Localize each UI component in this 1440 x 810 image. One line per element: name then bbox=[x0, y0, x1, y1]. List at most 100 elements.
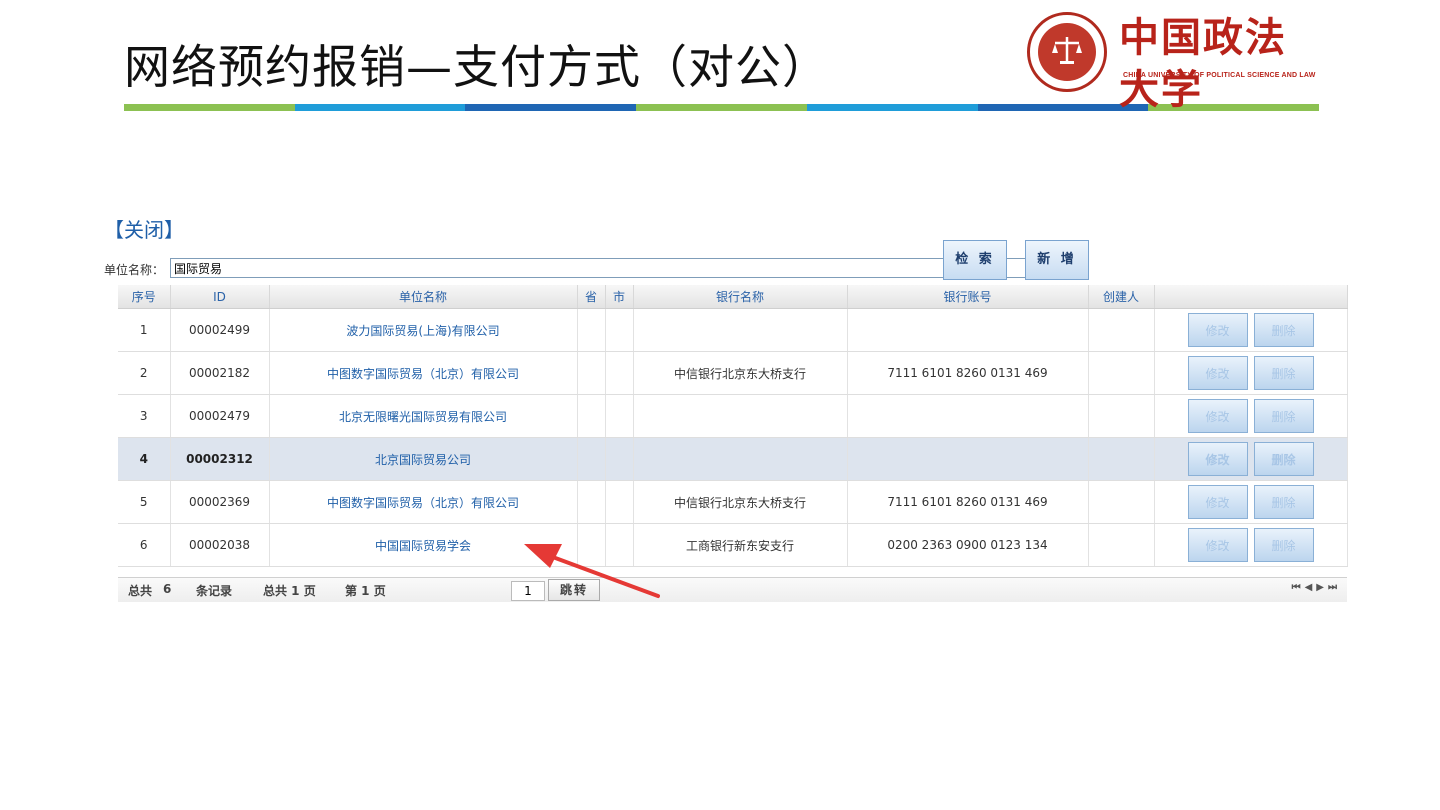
cell-bank-name: 中信银行北京东大桥支行 bbox=[633, 480, 848, 524]
cell-bank-account: 7111 6101 8260 0131 469 bbox=[847, 480, 1089, 524]
edit-button[interactable]: 修改 bbox=[1187, 485, 1248, 519]
university-name-en: CHINA UNIVERSITY OF POLITICAL SCIENCE AN… bbox=[1123, 72, 1316, 79]
cell-city bbox=[605, 480, 634, 524]
table-row[interactable]: 3 00002479 北京无限曙光国际贸易有限公司 修改 删除 bbox=[118, 394, 1348, 438]
table-row[interactable]: 6 00002038 中国国际贸易学会 工商银行新东安支行 0200 2363 … bbox=[118, 523, 1348, 567]
cell-actions: 修改 删除 bbox=[1154, 308, 1348, 352]
col-header-province[interactable]: 省 bbox=[577, 285, 606, 309]
edit-button[interactable]: 修改 bbox=[1187, 442, 1248, 476]
table-row[interactable]: 5 00002369 中图数字国际贸易（北京）有限公司 中信银行北京东大桥支行 … bbox=[118, 480, 1348, 524]
delete-button[interactable]: 删除 bbox=[1253, 442, 1314, 476]
first-page-icon[interactable]: ⏮ bbox=[1292, 582, 1305, 593]
edit-button[interactable]: 修改 bbox=[1187, 356, 1248, 390]
company-name-search-input[interactable] bbox=[170, 258, 1042, 278]
pagination-bar: 总共 6 条记录 总共 1 页 第 1 页 跳转 ⏮◀▶⏭ bbox=[118, 577, 1347, 602]
cell-bank-name: 中信银行北京东大桥支行 bbox=[633, 351, 848, 395]
cell-bank-name bbox=[633, 308, 848, 352]
cell-bank-account bbox=[847, 308, 1089, 352]
cell-company-name: 波力国际贸易(上海)有限公司 bbox=[269, 308, 578, 352]
cell-actions: 修改 删除 bbox=[1154, 523, 1348, 567]
justice-scale-icon bbox=[1052, 37, 1082, 64]
next-page-icon[interactable]: ▶ bbox=[1316, 582, 1328, 593]
pager-records-suffix: 条记录 bbox=[196, 584, 233, 598]
cell-id: 00002312 bbox=[170, 437, 270, 481]
cell-actions: 修改 删除 bbox=[1154, 437, 1348, 481]
cell-no: 1 bbox=[118, 308, 171, 352]
color-bar-segment bbox=[465, 104, 637, 111]
cell-id: 00002182 bbox=[170, 351, 270, 395]
cell-id: 00002479 bbox=[170, 394, 270, 438]
cell-province bbox=[577, 308, 606, 352]
color-bar-segment bbox=[806, 104, 978, 111]
cell-company-name: 北京国际贸易公司 bbox=[269, 437, 578, 481]
col-header-company-name[interactable]: 单位名称 bbox=[269, 285, 578, 309]
cell-city bbox=[605, 308, 634, 352]
cell-company-name: 北京无限曙光国际贸易有限公司 bbox=[269, 394, 578, 438]
col-header-actions bbox=[1154, 285, 1348, 309]
delete-button[interactable]: 删除 bbox=[1253, 399, 1314, 433]
cell-no: 6 bbox=[118, 523, 171, 567]
pager-total-pages: 总共 1 页 bbox=[263, 584, 316, 598]
cell-province bbox=[577, 437, 606, 481]
cell-bank-name bbox=[633, 394, 848, 438]
last-page-icon[interactable]: ⏭ bbox=[1328, 582, 1341, 593]
color-bar-segment bbox=[124, 104, 295, 111]
delete-button[interactable]: 删除 bbox=[1253, 528, 1314, 562]
cell-city bbox=[605, 351, 634, 395]
cell-bank-account: 0200 2363 0900 0123 134 bbox=[847, 523, 1089, 567]
color-bar-segment bbox=[294, 104, 466, 111]
search-label: 单位名称： bbox=[104, 263, 165, 277]
company-table: 序号 ID 单位名称 省 市 银行名称 银行账号 创建人 1 00002499 … bbox=[118, 285, 1348, 567]
cell-creator bbox=[1088, 523, 1155, 567]
cell-creator bbox=[1088, 394, 1155, 438]
pager-total-records: 6 bbox=[163, 582, 172, 596]
cell-creator bbox=[1088, 437, 1155, 481]
cell-province bbox=[577, 394, 606, 438]
cell-id: 00002499 bbox=[170, 308, 270, 352]
search-button[interactable]: 检 索 bbox=[943, 240, 1007, 280]
cell-bank-name bbox=[633, 437, 848, 481]
cell-no: 4 bbox=[118, 437, 171, 481]
prev-page-icon[interactable]: ◀ bbox=[1305, 582, 1317, 593]
cell-bank-account bbox=[847, 437, 1089, 481]
edit-button[interactable]: 修改 bbox=[1187, 399, 1248, 433]
cell-id: 00002038 bbox=[170, 523, 270, 567]
cell-no: 5 bbox=[118, 480, 171, 524]
university-seal-icon bbox=[1027, 12, 1107, 92]
edit-button[interactable]: 修改 bbox=[1187, 528, 1248, 562]
cell-province bbox=[577, 351, 606, 395]
cell-bank-account bbox=[847, 394, 1089, 438]
edit-button[interactable]: 修改 bbox=[1187, 313, 1248, 347]
table-row[interactable]: 1 00002499 波力国际贸易(上海)有限公司 修改 删除 bbox=[118, 308, 1348, 352]
cell-city bbox=[605, 437, 634, 481]
cell-actions: 修改 删除 bbox=[1154, 394, 1348, 438]
cell-actions: 修改 删除 bbox=[1154, 351, 1348, 395]
university-name-cn: 中国政法大学 bbox=[1119, 14, 1287, 113]
cell-city bbox=[605, 394, 634, 438]
table-row-selected[interactable]: 4 00002312 北京国际贸易公司 修改 删除 bbox=[118, 437, 1348, 481]
pager-nav: ⏮◀▶⏭ bbox=[1292, 582, 1341, 593]
delete-button[interactable]: 删除 bbox=[1253, 356, 1314, 390]
cell-creator bbox=[1088, 351, 1155, 395]
col-header-bank-account[interactable]: 银行账号 bbox=[847, 285, 1089, 309]
delete-button[interactable]: 删除 bbox=[1253, 485, 1314, 519]
add-button[interactable]: 新 增 bbox=[1025, 240, 1089, 280]
col-header-city[interactable]: 市 bbox=[605, 285, 634, 309]
col-header-id[interactable]: ID bbox=[170, 285, 270, 309]
cell-bank-name: 工商银行新东安支行 bbox=[633, 523, 848, 567]
close-link[interactable]: 【关闭】 bbox=[104, 214, 184, 243]
cell-creator bbox=[1088, 308, 1155, 352]
col-header-creator[interactable]: 创建人 bbox=[1088, 285, 1155, 309]
cell-no: 2 bbox=[118, 351, 171, 395]
cell-company-name: 中图数字国际贸易（北京）有限公司 bbox=[269, 351, 578, 395]
table-row[interactable]: 2 00002182 中图数字国际贸易（北京）有限公司 中信银行北京东大桥支行 … bbox=[118, 351, 1348, 395]
cell-province bbox=[577, 480, 606, 524]
col-header-no[interactable]: 序号 bbox=[118, 285, 171, 309]
col-header-bank-name[interactable]: 银行名称 bbox=[633, 285, 848, 309]
pager-total-prefix: 总共 bbox=[128, 584, 153, 598]
delete-button[interactable]: 删除 bbox=[1253, 313, 1314, 347]
pager-current-page: 第 1 页 bbox=[345, 584, 386, 598]
annotation-arrow-icon bbox=[524, 544, 660, 598]
slide-title: 网络预约报销—支付方式（对公） bbox=[124, 40, 829, 94]
cell-bank-account: 7111 6101 8260 0131 469 bbox=[847, 351, 1089, 395]
